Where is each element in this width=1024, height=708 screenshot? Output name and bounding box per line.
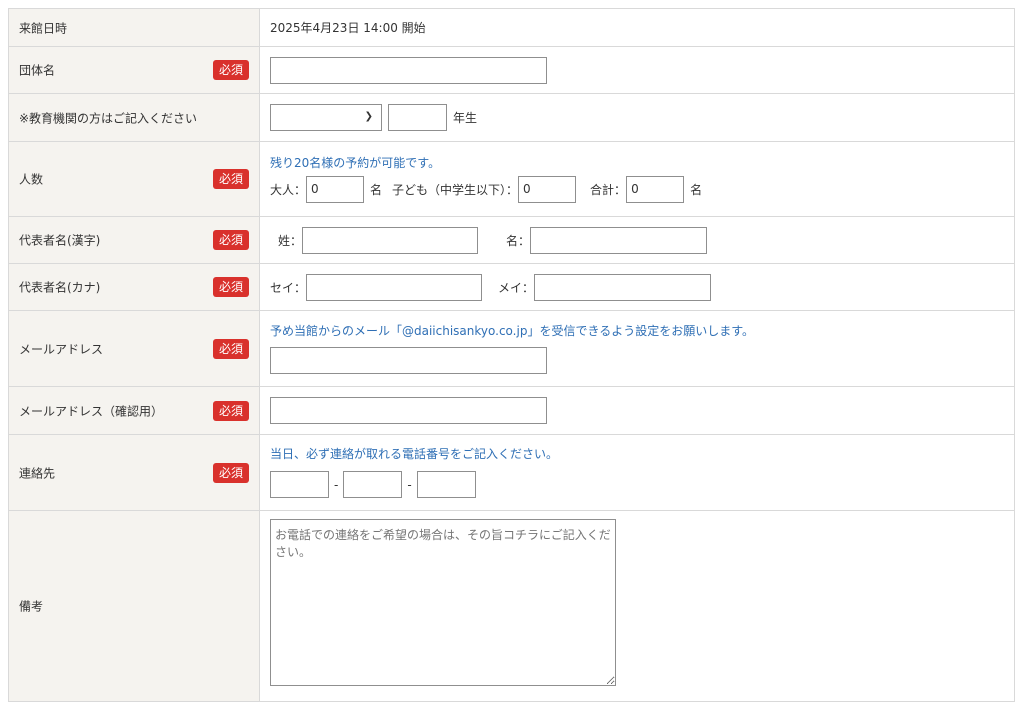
rep-kana-label: 代表者名(カナ) [19, 280, 101, 295]
required-badge: 必須 [212, 60, 249, 80]
visit-datetime: 2025年4月23日 14:00 開始 [270, 21, 426, 35]
required-badge: 必須 [212, 338, 249, 359]
phone-note: 当日、必ず連絡が取れる電話番号をご記入ください。 [270, 447, 559, 461]
first-name-kana-label: メイ： [498, 280, 535, 295]
edu-label: ※教育機関の方はご記入ください [19, 111, 198, 125]
remarks-cell [259, 510, 1015, 702]
last-name-kana-label: セイ： [270, 280, 307, 295]
visit-cell: 2025年4月23日 14:00 開始 [259, 8, 1015, 47]
phone-label: 連絡先 [19, 466, 56, 480]
email-header: メールアドレス 必須 [8, 310, 260, 387]
remarks-textarea[interactable] [270, 519, 616, 686]
grade-input[interactable] [388, 104, 447, 131]
phone-cell: 当日、必ず連絡が取れる電話番号をご記入ください。 - - [259, 434, 1015, 511]
phone-part2-input[interactable] [343, 471, 403, 498]
row-count: 人数 必須 残り20名様の予約が可能です。 大人： 名 子ども（中学生以下）： … [8, 141, 1015, 217]
group-cell [259, 46, 1015, 94]
edu-cell: ❯ 年生 [259, 93, 1015, 142]
email-confirm-input[interactable] [270, 397, 547, 424]
row-email-confirm: メールアドレス（確認用） 必須 [8, 386, 1015, 435]
edu-header: ※教育機関の方はご記入ください [8, 93, 260, 142]
group-name-input[interactable] [270, 56, 547, 84]
total-label: 合計： [590, 182, 627, 197]
total-count-input[interactable] [626, 175, 685, 203]
first-name-kana-input[interactable] [534, 273, 712, 301]
row-education: ※教育機関の方はご記入ください ❯ 年生 [8, 93, 1015, 142]
phone-part3-input[interactable] [416, 471, 476, 498]
group-header: 団体名 必須 [8, 46, 260, 94]
grade-suffix: 年生 [453, 111, 478, 125]
count-label: 人数 [19, 172, 44, 187]
phone-separator: - [334, 477, 339, 492]
rep-kana-cell: セイ： メイ： [259, 263, 1015, 311]
first-name-label: 名： [506, 233, 531, 248]
count-note: 残り20名様の予約が可能です。 [270, 155, 441, 170]
email-confirm-header: メールアドレス（確認用） 必須 [8, 386, 260, 435]
email-note: 予め当館からのメール「@daiichisankyo.co.jp」を受信できるよう… [270, 323, 755, 338]
visit-header: 来館日時 [8, 8, 260, 47]
phone-header: 連絡先 必須 [8, 434, 260, 511]
count-cell: 残り20名様の予約が可能です。 大人： 名 子ども（中学生以下）： 合計： 名 [259, 141, 1015, 217]
email-cell: 予め当館からのメール「@daiichisankyo.co.jp」を受信できるよう… [259, 310, 1015, 387]
total-unit: 名 [690, 182, 703, 197]
reservation-form: 来館日時 2025年4月23日 14:00 開始 団体名 必須 ※教育機関の方は… [8, 8, 1015, 702]
email-input[interactable] [270, 346, 547, 374]
rep-kanji-header: 代表者名(漢字) 必須 [8, 216, 260, 264]
rep-kana-header: 代表者名(カナ) 必須 [8, 263, 260, 311]
child-label: 子ども（中学生以下）： [392, 182, 519, 197]
adult-count-input[interactable] [306, 175, 365, 203]
required-badge: 必須 [212, 462, 249, 483]
last-name-label: 姓： [278, 233, 303, 248]
required-badge: 必須 [212, 400, 249, 421]
row-group: 団体名 必須 [8, 46, 1015, 94]
phone-separator: - [407, 477, 412, 492]
email-confirm-label: メールアドレス（確認用） [19, 404, 164, 418]
required-badge: 必須 [212, 277, 249, 297]
remarks-header: 備考 [8, 510, 260, 702]
adult-unit: 名 [370, 182, 383, 197]
required-badge: 必須 [212, 169, 249, 189]
rep-kanji-cell: 姓： 名： [259, 216, 1015, 264]
remarks-label: 備考 [19, 599, 44, 614]
rep-kanji-label: 代表者名(漢字) [19, 233, 101, 248]
last-name-kana-input[interactable] [306, 273, 483, 301]
count-header: 人数 必須 [8, 141, 260, 217]
row-rep-kana: 代表者名(カナ) 必須 セイ： メイ： [8, 263, 1015, 311]
school-type-select[interactable]: ❯ [270, 104, 382, 131]
last-name-input[interactable] [302, 226, 479, 254]
row-email: メールアドレス 必須 予め当館からのメール「@daiichisankyo.co.… [8, 310, 1015, 387]
chevron-down-icon: ❯ [364, 111, 373, 122]
email-confirm-cell [259, 386, 1015, 435]
email-label: メールアドレス [19, 342, 104, 356]
row-remarks: 備考 [8, 510, 1015, 702]
adult-label: 大人： [270, 182, 307, 197]
row-rep-kanji: 代表者名(漢字) 必須 姓： 名： [8, 216, 1015, 264]
first-name-input[interactable] [530, 226, 708, 254]
child-count-input[interactable] [518, 175, 577, 203]
phone-part1-input[interactable] [270, 471, 329, 498]
visit-label: 来館日時 [19, 21, 68, 35]
row-phone: 連絡先 必須 当日、必ず連絡が取れる電話番号をご記入ください。 - - [8, 434, 1015, 511]
row-visit: 来館日時 2025年4月23日 14:00 開始 [8, 8, 1015, 47]
required-badge: 必須 [212, 230, 249, 250]
group-label: 団体名 [19, 63, 56, 78]
